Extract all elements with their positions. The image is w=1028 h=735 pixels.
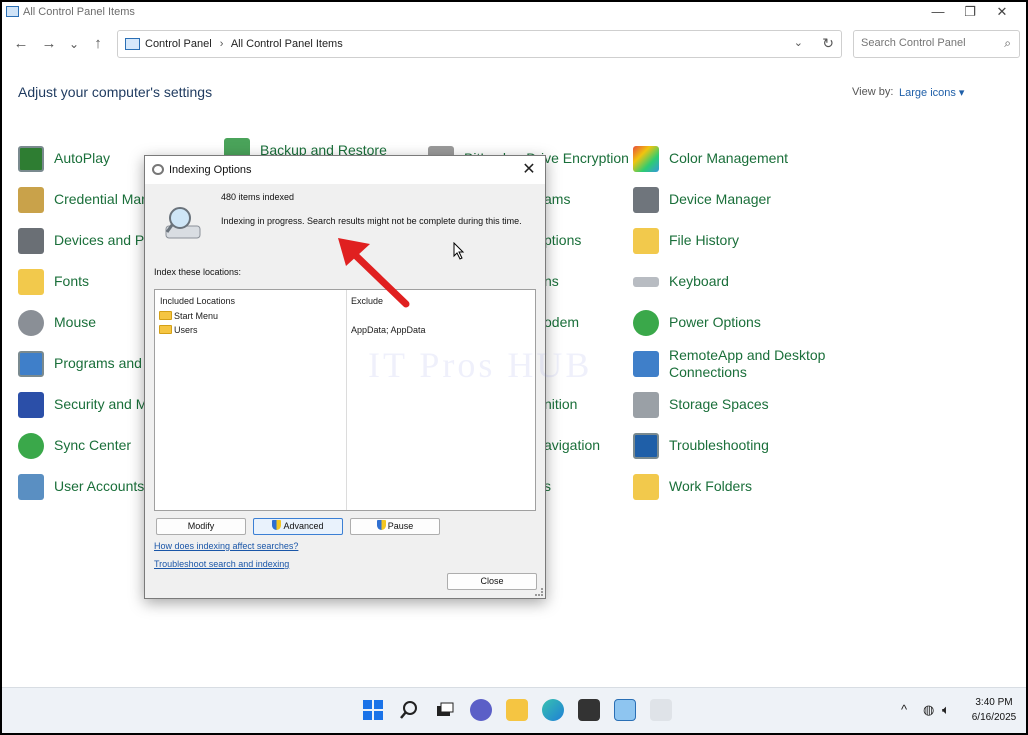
pause-button[interactable]: Pause (350, 518, 440, 535)
troubleshooting-icon (633, 433, 659, 459)
watermark: IT Pros HUB (368, 345, 593, 385)
chevron-down-icon[interactable]: ⌄ (794, 36, 803, 49)
exclude-value: AppData; AppData (351, 325, 426, 335)
list-item[interactable]: Start Menu (159, 311, 218, 321)
windows-start-icon[interactable] (362, 699, 384, 721)
volume-icon[interactable]: 🔈︎ (942, 702, 950, 718)
fonts-icon (18, 269, 44, 295)
power-icon (633, 310, 659, 336)
remoteapp-label-line2: Connections (669, 364, 747, 380)
folder-icon (159, 311, 172, 320)
navigation-bar: ← → ⌄ ↑ Control Panel › All Control Pane… (2, 28, 1026, 60)
search-input[interactable] (861, 37, 991, 49)
forward-button[interactable]: → (38, 33, 60, 55)
indexing-options-icon[interactable] (650, 699, 672, 721)
up-button[interactable]: ↑ (87, 33, 109, 55)
modify-button[interactable]: Modify (156, 518, 246, 535)
keyboard-icon (633, 277, 659, 287)
locations-label: Index these locations: (154, 267, 242, 277)
advanced-button[interactable]: Advanced (253, 518, 343, 535)
control-panel-icon[interactable] (614, 699, 636, 721)
credential-vault-icon (18, 187, 44, 213)
red-arrow-annotation (338, 238, 410, 308)
clock-time[interactable]: 3:40 PM (964, 697, 1024, 708)
remote-desktop-icon (633, 351, 659, 377)
view-by-dropdown[interactable]: Large icons ▾ (899, 86, 964, 99)
breadcrumb: Control Panel › All Control Panel Items (145, 38, 343, 50)
items-indexed-count: 480 items indexed (221, 192, 295, 202)
recent-locations-button[interactable]: ⌄ (63, 33, 85, 55)
location-name: Start Menu (174, 311, 219, 321)
mouse-icon (18, 310, 44, 336)
minimize-button[interactable]: — (924, 4, 952, 22)
store-icon[interactable] (578, 699, 600, 721)
clock-date[interactable]: 6/16/2025 (964, 712, 1024, 723)
resize-grip[interactable] (535, 588, 543, 596)
location-name: Users (174, 325, 198, 335)
close-button[interactable]: Close (447, 573, 537, 590)
tray-chevron-icon[interactable]: ^ (901, 702, 907, 717)
autoplay-icon (18, 146, 44, 172)
refresh-icon[interactable]: ↻ (822, 35, 834, 52)
window-title: All Control Panel Items (23, 6, 135, 18)
breadcrumb-control-panel[interactable]: Control Panel (145, 38, 212, 50)
page-title: Adjust your computer's settings (18, 84, 213, 100)
folder-icon (159, 325, 172, 334)
column-header-included[interactable]: Included Locations (160, 296, 235, 306)
users-icon (18, 474, 44, 500)
troubleshoot-link[interactable]: Troubleshoot search and indexing (154, 559, 289, 569)
restore-button[interactable]: ❐ (956, 4, 984, 22)
mouse-cursor-icon (453, 242, 465, 260)
window-title-bar: All Control Panel Items — ❐ ✕ (2, 2, 1026, 24)
column-divider (346, 290, 347, 510)
device-manager-icon (633, 187, 659, 213)
locations-list[interactable]: Included Locations Exclude Start Menu Us… (154, 289, 536, 511)
indexing-help-link[interactable]: How does indexing affect searches? (154, 541, 298, 551)
edge-icon[interactable] (542, 699, 564, 721)
breadcrumb-all-items[interactable]: All Control Panel Items (231, 38, 343, 50)
remoteapp-label-line1: RemoteApp and Desktop (669, 347, 826, 363)
control-panel-icon (125, 38, 140, 50)
back-button[interactable]: ← (10, 33, 32, 55)
task-view-icon[interactable] (434, 699, 456, 721)
work-folders-icon (633, 474, 659, 500)
search-icon[interactable] (398, 699, 420, 721)
printer-icon (18, 228, 44, 254)
dialog-title: Indexing Options (169, 164, 252, 176)
dialog-title-bar: Indexing Options ✕ (145, 156, 545, 184)
search-box[interactable]: ⌕ (853, 30, 1020, 58)
control-panel-icon (6, 6, 19, 17)
uac-shield-icon (272, 520, 282, 530)
color-management-icon (633, 146, 659, 172)
uac-shield-icon (376, 520, 386, 530)
indexing-magnifier-icon (152, 164, 164, 175)
address-bar[interactable]: Control Panel › All Control Panel Items … (117, 30, 842, 58)
storage-icon (633, 392, 659, 418)
desktop-screen: All Control Panel Items — ❐ ✕ ← → ⌄ ↑ Co… (2, 2, 1026, 733)
taskbar: ^ ◍ 🔈︎ 3:40 PM 6/16/2025 (2, 687, 1026, 733)
search-icon[interactable]: ⌕ (1004, 36, 1011, 51)
security-flag-icon (18, 392, 44, 418)
list-item[interactable]: Users (159, 325, 198, 335)
file-explorer-icon[interactable] (506, 699, 528, 721)
chat-icon[interactable] (470, 699, 492, 721)
indexing-drive-icon (165, 207, 201, 239)
close-window-button[interactable]: ✕ (988, 4, 1016, 22)
breadcrumb-separator: › (219, 38, 224, 50)
indexing-status: Indexing in progress. Search results mig… (221, 216, 522, 226)
programs-icon (18, 351, 44, 377)
network-icon[interactable]: ◍ (923, 702, 934, 718)
dialog-close-icon[interactable]: ✕ (519, 160, 539, 180)
file-history-icon (633, 228, 659, 254)
view-by-label: View by: (852, 86, 894, 98)
sync-icon (18, 433, 44, 459)
